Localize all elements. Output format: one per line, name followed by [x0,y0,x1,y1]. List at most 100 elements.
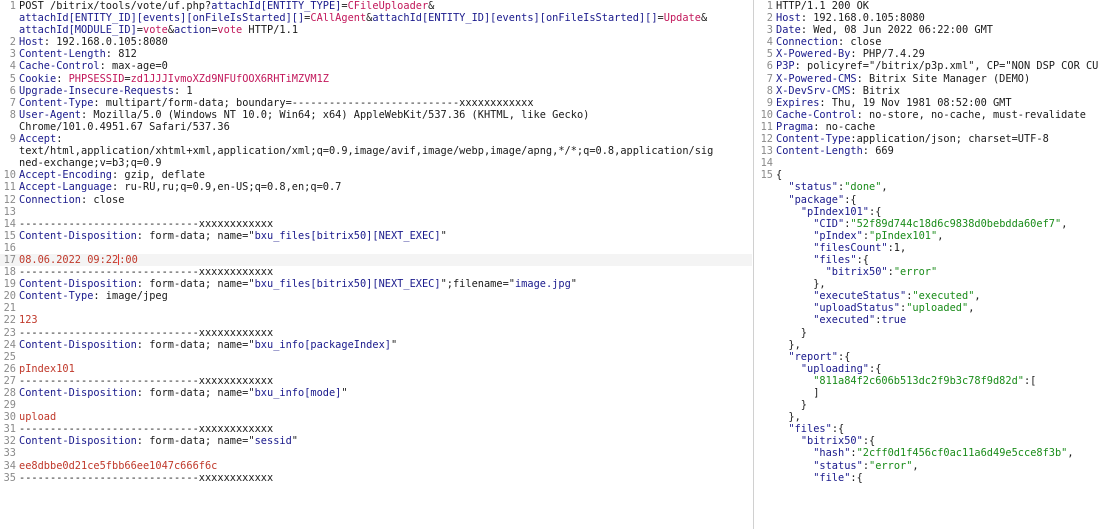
code-token: Content-Disposition [19,338,137,351]
code-token: -----------------------------xxxxxxxxxxx… [19,326,274,339]
response-line[interactable]: ] [757,387,1111,399]
request-line[interactable]: 6 Upgrade-Insecure-Requests: 1 [0,85,752,97]
request-line[interactable]: 32 Content-Disposition: form-data; name="… [0,435,752,447]
code-token: "uploadStatus" [813,302,900,315]
request-line[interactable]: attachId[MODULE_ID]=vote&action=vote HTT… [0,24,752,36]
response-line[interactable]: 1 HTTP/1.1 200 OK [757,0,1111,12]
response-line[interactable]: 7 X-Powered-CMS: Bitrix Site Manager (DEM… [757,73,1111,85]
request-line[interactable]: 1 POST /bitrix/tools/vote/uf.php?attachId… [0,0,752,12]
code-token: ";filename=" [440,278,515,291]
request-line[interactable]: 3 Content-Length: 812 [0,48,752,60]
response-line[interactable]: }, [757,278,1111,290]
request-line[interactable]: 7 Content-Type: multipart/form-data; boun… [0,97,752,109]
response-line[interactable]: "report":{ [757,351,1111,363]
code-token: : Mozilla/5.0 (Windows NT 10.0; Win64; x… [81,108,590,121]
request-line[interactable]: 34 ee8dbbe0d21ce5fbb66ee1047c666f6c [0,460,752,472]
response-line[interactable]: "package":{ [757,194,1111,206]
code-token: CFileUploader [347,0,429,12]
response-line[interactable]: 6 P3P: policyref="/bitrix/p3p.xml", CP="N… [757,60,1111,72]
code-token: Pragma [776,120,814,133]
response-line[interactable]: "files":{ [757,423,1111,435]
request-line[interactable]: 18 -----------------------------xxxxxxxxx… [0,266,752,278]
response-line[interactable]: } [757,399,1111,411]
request-line[interactable]: 11 Accept-Language: ru-RU,ru;q=0.9,en-US;… [0,181,752,193]
request-line[interactable]: 30 upload [0,411,752,423]
response-line[interactable]: "status":"done", [757,181,1111,193]
response-line[interactable]: "bitrix50":{ [757,435,1111,447]
code-token: "status" [788,181,839,194]
request-line[interactable]: 20 Content-Type: image/jpeg [0,290,752,302]
request-line[interactable]: ned-exchange;v=b3;q=0.9 [0,157,752,169]
response-line[interactable]: "pIndex101":{ [757,206,1111,218]
request-line[interactable]: 8 User-Agent: Mozilla/5.0 (Windows NT 10.… [0,109,752,121]
response-line[interactable]: 14 [757,157,1111,169]
response-line[interactable]: 3 Date: Wed, 08 Jun 2022 06:22:00 GMT [757,24,1111,36]
request-line[interactable]: 16 [0,242,752,254]
response-line[interactable]: "status":"error", [757,460,1111,472]
request-line[interactable]: attachId[ENTITY_ID][events][onFileIsStar… [0,12,752,24]
request-line[interactable]: Chrome/101.0.4951.67 Safari/537.36 [0,121,752,133]
response-line[interactable]: }, [757,411,1111,423]
line-number: 29 [3,399,16,412]
response-line[interactable]: "uploading":{ [757,363,1111,375]
response-line[interactable]: }, [757,339,1111,351]
request-line[interactable]: 2 Host: 192.168.0.105:8080 [0,36,752,48]
request-line[interactable]: 13 [0,206,752,218]
response-line[interactable]: 8 X-DevSrv-CMS: Bitrix [757,85,1111,97]
request-line[interactable]: 27 -----------------------------xxxxxxxxx… [0,375,752,387]
pane-divider[interactable] [753,0,754,529]
response-line[interactable]: "pIndex":"pIndex101", [757,230,1111,242]
response-line[interactable]: "bitrix50":"error" [757,266,1111,278]
response-line[interactable]: "filesCount":1, [757,242,1111,254]
response-line[interactable]: "CID":"52f89d744c18d6c9838d0bebdda60ef7"… [757,218,1111,230]
response-line[interactable]: 15{ [757,169,1111,181]
response-line[interactable]: 5 X-Powered-By: PHP/7.4.29 [757,48,1111,60]
code-token: :{ [831,423,845,436]
response-line[interactable]: 11 Pragma: no-cache [757,121,1111,133]
request-editor[interactable]: 1 POST /bitrix/tools/vote/uf.php?attachId… [0,0,752,529]
request-line[interactable]: 24 Content-Disposition: form-data; name="… [0,339,752,351]
response-line[interactable]: 12 Content-Type:application/json; charset… [757,133,1111,145]
code-token: : Bitrix Site Manager (DEMO) [856,72,1031,85]
request-line[interactable]: 9 Accept: [0,133,752,145]
response-line[interactable]: "executed":true [757,314,1111,326]
response-viewer[interactable]: 1 HTTP/1.1 200 OK 2 Host: 192.168.0.105:808… [757,0,1111,529]
response-line[interactable]: "file":{ [757,472,1111,484]
code-token: , [1067,447,1074,460]
code-token: "executed" [912,290,975,303]
response-line[interactable]: 2 Host: 192.168.0.105:8080 [757,12,1111,24]
request-line[interactable]: 33 [0,447,752,459]
request-line[interactable]: 35 -----------------------------xxxxxxxxx… [0,472,752,484]
request-line[interactable]: 29 [0,399,752,411]
request-line[interactable]: 25 [0,351,752,363]
code-token: "pIndex" [813,229,863,242]
request-line[interactable]: 10 Accept-Encoding: gzip, deflate [0,169,752,181]
line-number: 28 [3,387,16,399]
line-number: 31 [3,423,16,436]
request-line[interactable]: 4 Cache-Control: max-age=0 [0,60,752,72]
response-line[interactable]: "hash":"2cff0d1f456cf0ac11a6d49e5cce8f3b… [757,447,1111,459]
request-line[interactable]: 28 Content-Disposition: form-data; name="… [0,387,752,399]
request-line[interactable]: 17 08.06.2022 09:22:00 [0,253,752,267]
response-line[interactable]: "files":{ [757,254,1111,266]
request-line[interactable]: 23 -----------------------------xxxxxxxxx… [0,327,752,339]
request-line[interactable]: 19 Content-Disposition: form-data; name="… [0,278,752,290]
response-line[interactable]: "executeStatus":"executed", [757,290,1111,302]
request-line[interactable]: 5 Cookie: PHPSESSID=zd1JJJIvmoXZd9NFUfOOX… [0,73,752,85]
request-line[interactable]: 14 -----------------------------xxxxxxxxx… [0,218,752,230]
response-line[interactable]: 13 Content-Length: 669 [757,145,1111,157]
request-line[interactable]: 15 Content-Disposition: form-data; name="… [0,230,752,242]
request-line[interactable]: text/html,application/xhtml+xml,applicat… [0,145,752,157]
code-token: "done" [844,181,882,194]
response-line[interactable]: 10 Cache-Control: no-store, no-cache, mus… [757,109,1111,121]
request-line[interactable]: 12 Connection: close [0,194,752,206]
request-line[interactable]: 22 123 [0,314,752,326]
request-line[interactable]: 21 [0,302,752,314]
response-line[interactable]: } [757,327,1111,339]
response-line[interactable]: "811a84f2c606b513dc2f9b3c78f9d82d":[ [757,375,1111,387]
request-line[interactable]: 31 -----------------------------xxxxxxxxx… [0,423,752,435]
response-line[interactable]: 4 Connection: close [757,36,1111,48]
request-line[interactable]: 26 pIndex101 [0,363,752,375]
response-line[interactable]: 9 Expires: Thu, 19 Nov 1981 08:52:00 GMT [757,97,1111,109]
response-line[interactable]: "uploadStatus":"uploaded", [757,302,1111,314]
